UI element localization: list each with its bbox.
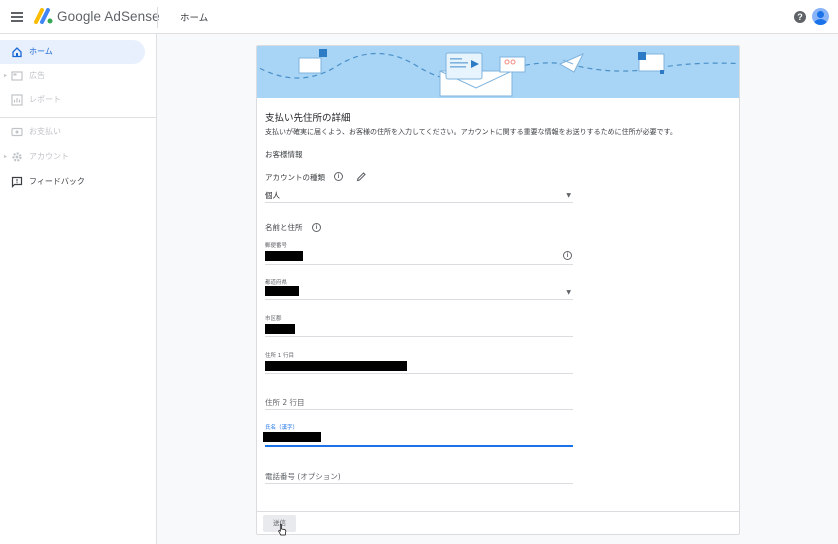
info-icon[interactable]: i — [312, 223, 321, 232]
app-name: Google AdSense — [57, 9, 160, 24]
phone-field[interactable]: 電話番号 (オプション) — [265, 463, 573, 484]
hand-cursor-icon — [278, 523, 287, 536]
expand-arrow-icon: ▸ — [4, 153, 8, 160]
address-line1-field[interactable]: 住所 1 行目 — [265, 350, 573, 374]
sidebar-item-label: 広告 — [29, 71, 45, 80]
city-label: 市区郡 — [265, 316, 282, 322]
ads-icon — [11, 71, 23, 81]
sidebar-item-payments[interactable]: お支払い — [0, 120, 145, 144]
card-footer-divider — [257, 511, 739, 512]
mail-illustration-banner — [257, 46, 739, 98]
phone-placeholder: 電話番号 (オプション) — [265, 472, 341, 481]
page-title: ホーム — [180, 13, 209, 24]
sidebar-item-label: ホーム — [29, 47, 53, 56]
account-type-label: アカウントの種類 — [265, 173, 325, 182]
prefecture-select[interactable]: 都道府県 ▼ — [265, 277, 573, 300]
customer-info-heading: お客様情報 — [265, 150, 303, 159]
prefecture-label: 都道府県 — [265, 280, 288, 286]
sidebar-divider — [0, 117, 157, 118]
menu-icon[interactable] — [11, 12, 23, 22]
payments-icon — [11, 127, 23, 137]
sidebar-item-ads[interactable]: ▸ 広告 — [0, 64, 145, 88]
city-field[interactable]: 市区郡 — [265, 313, 573, 337]
redacted-value — [263, 432, 321, 442]
top-app-bar: Google AdSense ホーム ? — [0, 0, 838, 34]
report-icon — [11, 94, 23, 106]
home-icon — [12, 47, 22, 58]
adsense-logo — [34, 8, 53, 24]
name-address-heading: 名前と住所 — [265, 223, 303, 232]
form-title: 支払い先住所の詳細 — [265, 113, 351, 124]
sidebar-item-home[interactable]: ホーム — [0, 40, 145, 64]
account-type-select[interactable]: 個人 ▼ — [265, 186, 573, 203]
form-description: 支払いが確実に届くよう、お客様の住所を入力してください。アカウントに関する重要な… — [265, 128, 677, 136]
redacted-value — [265, 361, 407, 371]
help-icon[interactable]: ? — [794, 11, 806, 23]
redacted-value — [265, 324, 295, 334]
sidebar-item-account[interactable]: ▸ アカウント — [0, 145, 145, 169]
pencil-icon[interactable] — [356, 171, 367, 182]
sidebar-item-label: フィードバック — [29, 177, 85, 186]
avatar[interactable] — [812, 8, 829, 25]
redacted-value — [265, 251, 303, 261]
name-kanji-field[interactable]: 氏名（漢字） — [263, 422, 573, 447]
sidebar-item-feedback[interactable]: フィードバック — [0, 170, 145, 194]
address-line2-placeholder: 住所 2 行目 — [265, 398, 305, 407]
address-line2-field[interactable]: 住所 2 行目 — [265, 389, 573, 410]
address-line1-label: 住所 1 行目 — [265, 353, 294, 359]
sidebar: ホーム ▸ 広告 レポート お支払い ▸ アカウント フィードバック — [0, 34, 157, 544]
redacted-value — [265, 286, 299, 296]
postal-code-field[interactable]: 郵便番号 i — [265, 240, 573, 265]
gear-icon — [12, 152, 22, 162]
sidebar-item-reports[interactable]: レポート — [0, 88, 145, 112]
sidebar-item-label: お支払い — [29, 127, 61, 136]
dropdown-arrow-icon: ▼ — [566, 192, 571, 199]
expand-arrow-icon: ▸ — [4, 72, 8, 79]
account-type-value: 個人 — [265, 191, 280, 200]
sidebar-item-label: レポート — [29, 95, 61, 104]
sidebar-item-label: アカウント — [29, 152, 69, 161]
name-kanji-label: 氏名（漢字） — [265, 425, 299, 431]
info-icon[interactable]: i — [563, 251, 572, 260]
postal-code-label: 郵便番号 — [265, 243, 288, 249]
info-icon[interactable]: i — [334, 172, 343, 181]
header-divider — [157, 7, 158, 28]
feedback-icon — [11, 176, 23, 188]
payment-address-card: 支払い先住所の詳細 支払いが確実に届くよう、お客様の住所を入力してください。アカ… — [256, 45, 740, 535]
dropdown-arrow-icon: ▼ — [566, 289, 571, 296]
